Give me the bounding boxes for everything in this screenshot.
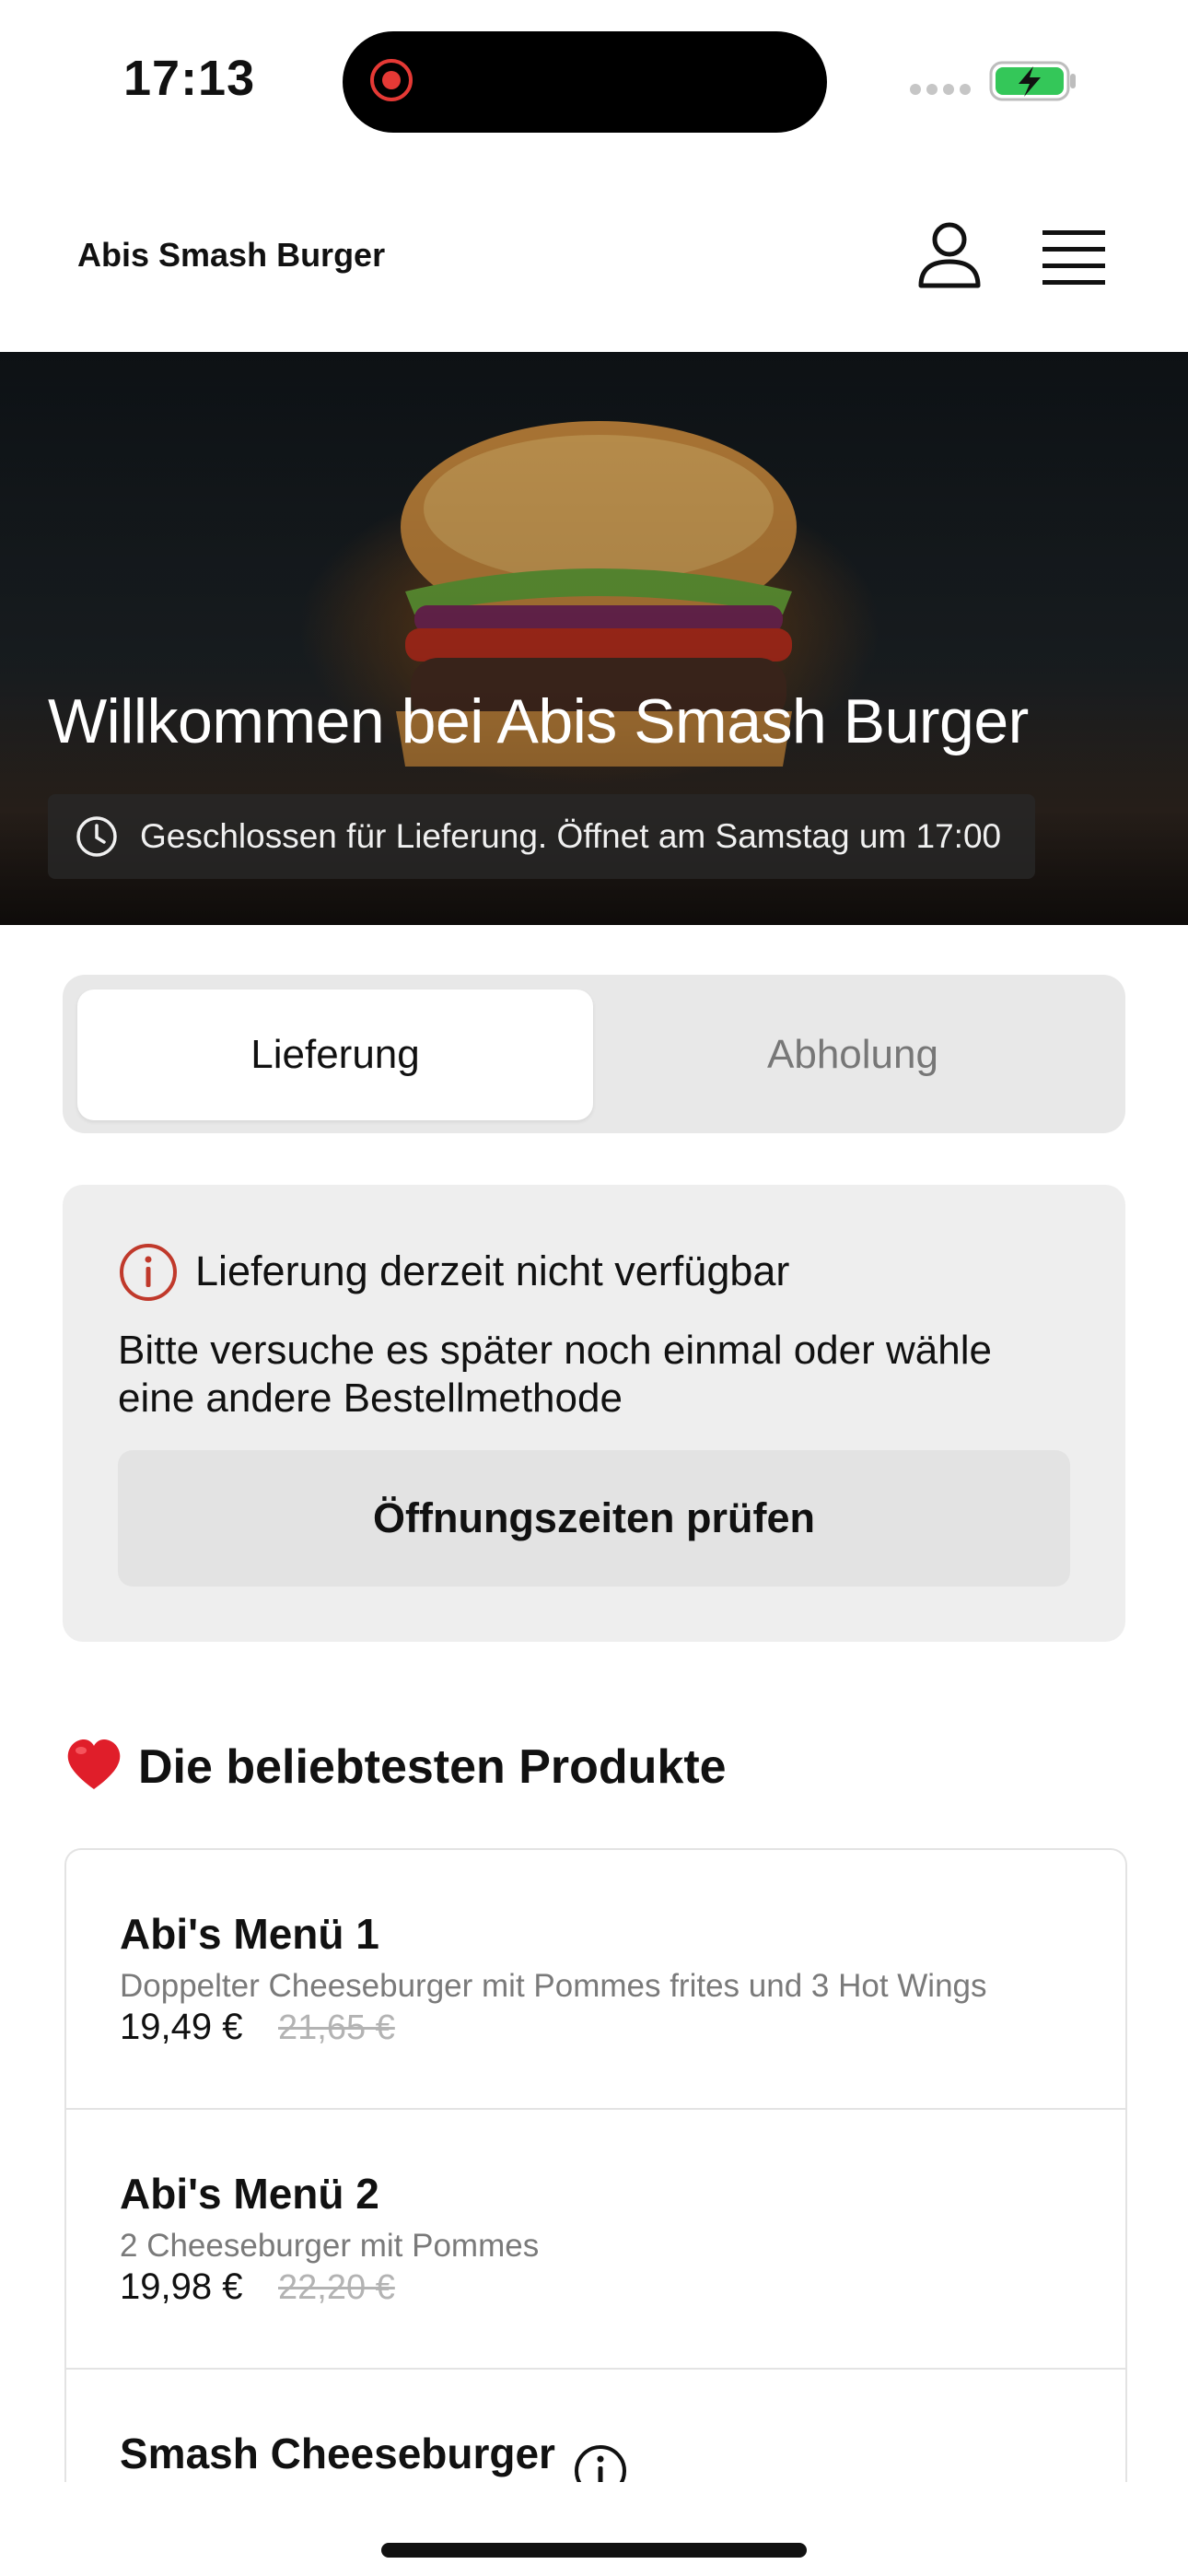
product-old-price: 21,65 € bbox=[278, 2008, 395, 2047]
product-list: Abi's Menü 1 Doppelter Cheeseburger mit … bbox=[64, 1848, 1127, 2486]
home-indicator[interactable] bbox=[381, 2543, 807, 2558]
opening-status-text: Geschlossen für Lieferung. Öffnet am Sam… bbox=[140, 817, 1002, 855]
status-time: 17:13 bbox=[123, 51, 256, 106]
product-old-price: 22,20 € bbox=[278, 2268, 395, 2307]
product-name: Smash Cheeseburger bbox=[120, 2430, 555, 2477]
notice-text: Bitte versuche es später noch einmal ode… bbox=[118, 1328, 992, 1421]
recording-icon bbox=[370, 59, 413, 101]
dynamic-island bbox=[343, 31, 827, 133]
notice-title: Lieferung derzeit nicht verfügbar bbox=[195, 1247, 790, 1294]
tab-pickup[interactable]: Abholung bbox=[595, 989, 1111, 1120]
battery-charging-icon bbox=[989, 61, 1076, 101]
hero-title: Willkommen bei Abis Smash Burger bbox=[48, 686, 1029, 756]
product-description: Doppelter Cheeseburger mit Pommes frites… bbox=[120, 1968, 987, 2004]
heart-icon bbox=[67, 1739, 121, 1789]
product-price: 19,49 € bbox=[120, 2007, 243, 2047]
popular-products-title: Die beliebtesten Produkte bbox=[138, 1740, 727, 1794]
product-card[interactable]: Smash Cheeseburger bbox=[66, 2370, 1125, 2486]
signal-icon bbox=[910, 83, 976, 100]
user-account-icon[interactable] bbox=[915, 219, 984, 293]
app-title[interactable]: Abis Smash Burger bbox=[77, 236, 385, 275]
hero-banner: Willkommen bei Abis Smash Burger Geschlo… bbox=[0, 352, 1188, 925]
tab-delivery[interactable]: Lieferung bbox=[77, 989, 593, 1120]
product-card[interactable]: Abi's Menü 1 Doppelter Cheeseburger mit … bbox=[66, 1850, 1125, 2110]
opening-status-badge: Geschlossen für Lieferung. Öffnet am Sam… bbox=[48, 794, 1035, 879]
alert-info-icon bbox=[120, 1244, 177, 1301]
product-info-icon[interactable] bbox=[573, 2443, 628, 2486]
bottom-safe-area bbox=[0, 2482, 1188, 2576]
product-price: 19,98 € bbox=[120, 2266, 243, 2307]
product-name: Abi's Menü 1 bbox=[120, 1910, 379, 1958]
hamburger-menu-icon[interactable] bbox=[1042, 228, 1105, 286]
product-description: 2 Cheeseburger mit Pommes bbox=[120, 2228, 540, 2264]
clock-icon bbox=[76, 816, 117, 857]
product-name: Abi's Menü 2 bbox=[120, 2170, 379, 2218]
product-card[interactable]: Abi's Menü 2 2 Cheeseburger mit Pommes 1… bbox=[66, 2110, 1125, 2370]
check-opening-hours-button[interactable]: Öffnungszeiten prüfen bbox=[118, 1450, 1070, 1587]
